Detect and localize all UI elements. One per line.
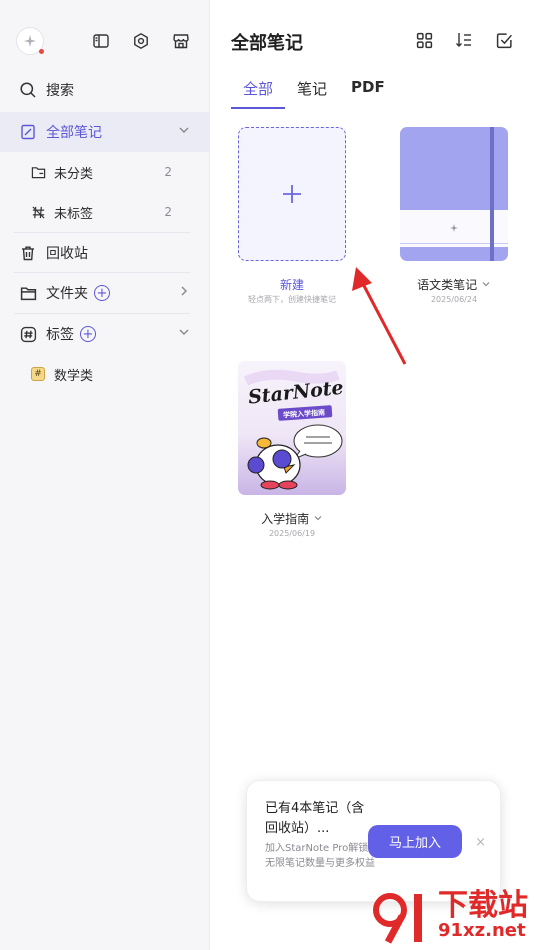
folder-outline-icon [28,162,48,182]
plus-icon [283,185,301,203]
new-note-hint: 轻点两下，创建快捷笔记 [248,295,336,304]
tab-all[interactable]: 全部 [231,76,286,109]
sidebar-item-label: 回收站 [46,246,88,262]
sidebar-item-uncategorized[interactable]: 未分类 2 [0,152,210,192]
guide-cover-illustration: StarNote 学院入学指南 [243,369,345,490]
select-check-icon[interactable] [494,30,514,50]
sidebar: 搜索 全部笔记 未分类 2 未标签 2 回收站 文件夹 + 标签 + # 数学类 [0,0,210,950]
hashtag-icon [18,324,38,344]
tag-chip-icon: # [28,364,48,384]
watermark-logo-icon [373,893,422,944]
new-note-label: 新建 [279,278,304,292]
chevron-down-icon[interactable] [178,124,190,136]
notification-dot [39,49,44,54]
sidebar-toggle-icon[interactable] [90,30,112,52]
add-folder-icon[interactable]: + [94,285,110,301]
upgrade-promo-card: 已有4本笔记（含回收站）... 加入StarNote Pro解锁无限笔记数量与更… [246,780,501,902]
tab-pdf[interactable]: PDF [339,76,397,105]
sidebar-search[interactable]: 搜索 [0,70,210,110]
new-note-card[interactable] [238,127,346,261]
notebook-title-text: 语文类笔记 [417,278,478,292]
store-icon[interactable] [170,30,192,52]
notebook-cover[interactable] [400,127,508,261]
sidebar-item-folders[interactable]: 文件夹 + [0,273,210,313]
chevron-down-icon[interactable] [313,513,323,523]
watermark-text: 下载站 [438,888,528,923]
notebook-title[interactable]: 入学指南 [238,510,346,527]
cover-spine [490,127,494,261]
sidebar-item-label: 数学类 [54,368,94,384]
settings-icon[interactable] [130,30,152,52]
guide-cover[interactable]: StarNote 学院入学指南 [238,361,346,495]
folder-icon [18,283,38,303]
sidebar-item-label: 未分类 [54,166,94,182]
promo-title: 已有4本笔记（含回收站）... [265,801,365,836]
sparkle-icon [450,224,458,232]
add-tag-icon[interactable]: + [80,326,96,342]
sidebar-item-tags[interactable]: 标签 + [0,314,210,354]
watermark-url: 91xz.net [438,920,526,941]
filter-tabs: 全部 笔记 PDF [231,76,397,109]
trash-icon [18,243,38,263]
notebook-date: 2025/06/19 [268,529,316,538]
item-count: 2 [164,165,172,179]
untag-icon [28,202,48,222]
join-now-button[interactable]: 马上加入 [368,825,462,858]
search-label: 搜索 [46,83,74,99]
chevron-down-icon[interactable] [481,279,491,289]
grid-view-icon[interactable] [414,30,434,50]
sidebar-item-label: 文件夹 [46,286,88,302]
promo-subtitle: 加入StarNote Pro解锁无限笔记数量与更多权益 [265,843,375,869]
chevron-down-icon[interactable] [178,326,190,338]
watermark: 下载站 91xz.net [368,886,528,946]
sidebar-item-untagged[interactable]: 未标签 2 [0,192,210,232]
sidebar-item-all-notes[interactable]: 全部笔记 [0,112,210,152]
sidebar-item-label: 全部笔记 [46,125,102,141]
close-icon[interactable]: × [475,835,486,850]
sidebar-item-tag-math[interactable]: # 数学类 [0,354,210,394]
sidebar-item-label: 标签 [46,327,74,343]
page-title: 全部笔记 [231,33,303,54]
cover-title-text: StarNote [247,377,345,409]
notebook-date: 2025/06/24 [430,295,478,304]
app-logo-button[interactable] [16,27,44,55]
notebook-title-text: 入学指南 [261,512,310,526]
chevron-right-icon[interactable] [178,285,190,297]
tab-notes[interactable]: 笔记 [285,76,339,105]
sidebar-item-label: 未标签 [54,206,94,222]
sidebar-item-trash[interactable]: 回收站 [0,233,210,273]
sidebar-toolbar [16,22,209,62]
item-count: 2 [164,205,172,219]
main-panel: 全部笔记 全部 笔记 PDF 新建 轻点两下，创建快捷笔记 语文类笔记 2025… [211,0,534,950]
search-icon [18,80,38,100]
sparkle-icon [24,35,36,47]
sort-icon[interactable] [454,30,474,50]
notebook-title[interactable]: 语文类笔记 [400,276,508,293]
notebook-icon [18,122,38,142]
